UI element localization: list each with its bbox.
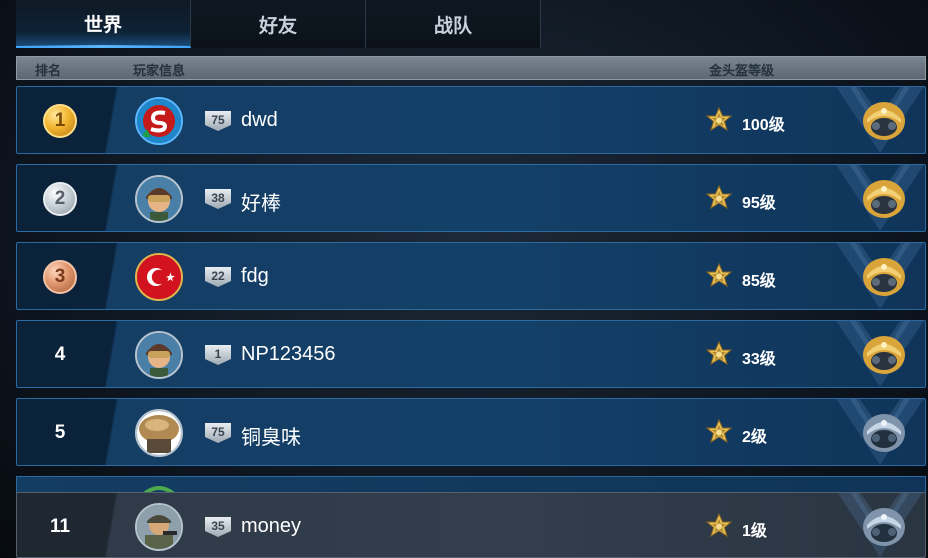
red-s-emblem-icon (137, 99, 181, 143)
helmet-level: 33级 (742, 351, 776, 368)
active-tab-indicator (16, 45, 191, 48)
rank-number: 11 (49, 516, 71, 537)
gold-helmet-star-icon (705, 107, 733, 135)
silver-helmet-icon[interactable] (861, 411, 907, 455)
table-header: 排名 玩家信息 金头盔等级 (16, 56, 926, 80)
rank-number: 4 (54, 344, 66, 365)
gold-helmet-star-icon (705, 419, 733, 447)
list-item[interactable]: 3 22 fdg 85级 (16, 242, 926, 310)
player-name: 铜臭味 (241, 427, 301, 449)
tab-world-label: 世界 (83, 14, 122, 36)
soldier-avatar-icon (137, 505, 181, 549)
player-name: 好棒 (241, 193, 281, 215)
tab-team[interactable]: 战队 (366, 0, 541, 48)
tab-friends-label: 好友 (258, 15, 297, 37)
tab-world[interactable]: 世界 (16, 0, 191, 48)
helmet-level: 2级 (742, 429, 767, 446)
level-badge: 1 (205, 345, 231, 365)
avatar[interactable] (135, 97, 183, 145)
my-rank-row[interactable]: 11 35 money 1级 (16, 492, 926, 558)
tan-blob-avatar-icon (137, 411, 181, 455)
rank-number: 5 (54, 422, 66, 443)
silver-helmet-icon[interactable] (861, 505, 907, 549)
turkey-flag-icon (137, 255, 181, 299)
level-badge: 22 (205, 267, 231, 287)
player-name: fdg (241, 265, 269, 287)
player-name: money (241, 515, 302, 537)
helmet-level: 1级 (742, 523, 767, 540)
tab-team-label: 战队 (433, 15, 472, 37)
helmet-level: 100级 (742, 117, 785, 134)
bronze-medal-icon: 3 (43, 260, 77, 294)
level-badge: 75 (205, 111, 231, 131)
level-badge: 38 (205, 189, 231, 209)
gold-helmet-star-icon (705, 263, 733, 291)
gold-helmet-icon[interactable] (861, 333, 907, 377)
helmet-level: 95级 (742, 195, 776, 212)
leaderboard-tabs: 世界 好友 战队 (16, 0, 928, 48)
gold-helmet-icon[interactable] (861, 99, 907, 143)
gold-helmet-star-icon (705, 341, 733, 369)
tab-friends[interactable]: 好友 (191, 0, 366, 48)
header-rank: 排名 (35, 63, 62, 78)
list-item[interactable]: 1 75 dwd 100级 (16, 86, 926, 154)
player-name: dwd (241, 109, 278, 131)
list-item[interactable]: 5 75 铜臭味 2级 (16, 398, 926, 466)
avatar[interactable] (135, 331, 183, 379)
list-item[interactable]: 2 38 好棒 95级 (16, 164, 926, 232)
header-player-info: 玩家信息 (133, 63, 186, 78)
gold-helmet-icon[interactable] (861, 177, 907, 221)
gold-medal-icon: 1 (43, 104, 77, 138)
avatar[interactable] (135, 409, 183, 457)
gold-helmet-star-icon (705, 185, 733, 213)
helmet-level: 85级 (742, 273, 776, 290)
pilot-avatar-icon (137, 177, 181, 221)
pilot-avatar-icon (137, 333, 181, 377)
avatar[interactable] (135, 253, 183, 301)
avatar[interactable] (135, 503, 183, 551)
player-name: NP123456 (241, 343, 336, 365)
gold-helmet-star-icon (705, 513, 733, 541)
level-badge: 75 (205, 423, 231, 443)
header-helmet-level: 金头盔等级 (709, 63, 775, 78)
list-item[interactable]: 4 1 NP123456 33级 (16, 320, 926, 388)
avatar[interactable] (135, 175, 183, 223)
level-badge: 35 (205, 517, 231, 537)
silver-medal-icon: 2 (43, 182, 77, 216)
gold-helmet-icon[interactable] (861, 255, 907, 299)
